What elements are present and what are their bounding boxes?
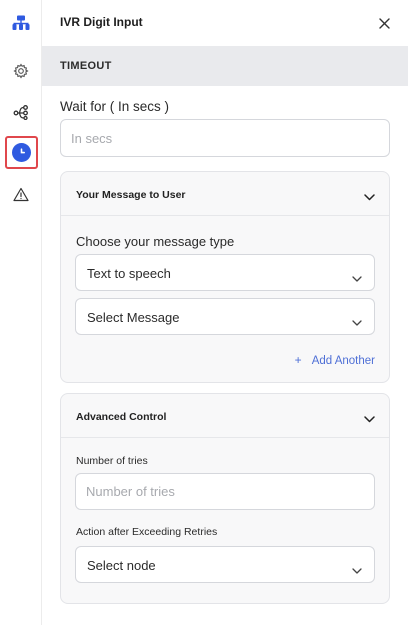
add-another-button[interactable]: + Add Another <box>295 353 375 367</box>
chevron-down-icon <box>352 269 362 287</box>
chevron-down-icon <box>352 313 362 331</box>
close-icon[interactable] <box>376 15 392 31</box>
message-select[interactable]: Select Message <box>75 298 375 335</box>
advanced-control-header[interactable]: Advanced Control <box>61 394 389 438</box>
chevron-down-icon[interactable] <box>364 410 375 428</box>
wait-seconds-input[interactable] <box>60 119 390 157</box>
action-node-value: Select node <box>87 558 156 573</box>
section-header: TIMEOUT <box>42 46 408 86</box>
chevron-down-icon[interactable] <box>364 188 375 206</box>
gear-icon[interactable] <box>7 57 35 85</box>
message-value: Select Message <box>87 310 180 325</box>
message-card: Your Message to User Choose your message… <box>60 171 390 383</box>
warning-icon[interactable] <box>7 180 35 208</box>
message-card-header[interactable]: Your Message to User <box>61 172 389 216</box>
sidebar-rail <box>0 0 42 625</box>
branch-icon[interactable] <box>7 98 35 126</box>
message-card-title: Your Message to User <box>76 189 186 201</box>
section-title: TIMEOUT <box>60 60 112 72</box>
panel-header: IVR Digit Input <box>42 0 408 46</box>
message-type-value: Text to speech <box>87 266 171 281</box>
advanced-control-card: Advanced Control Number of tries Action … <box>60 393 390 604</box>
wait-label: Wait for ( In secs ) <box>60 99 170 114</box>
tries-label: Number of tries <box>76 455 148 467</box>
flow-icon[interactable] <box>7 9 35 37</box>
clock-icon[interactable] <box>5 136 38 169</box>
add-another-label: Add Another <box>311 355 375 367</box>
tries-input[interactable] <box>75 473 375 510</box>
action-label: Action after Exceeding Retries <box>76 526 218 538</box>
chevron-down-icon <box>352 561 362 579</box>
action-node-select[interactable]: Select node <box>75 546 375 583</box>
settings-panel: IVR Digit Input TIMEOUT Wait for ( In se… <box>42 0 408 625</box>
advanced-control-title: Advanced Control <box>76 411 167 423</box>
panel-title: IVR Digit Input <box>60 15 143 29</box>
message-type-select[interactable]: Text to speech <box>75 254 375 291</box>
plus-icon: + <box>294 353 302 367</box>
message-type-label: Choose your message type <box>76 234 235 249</box>
